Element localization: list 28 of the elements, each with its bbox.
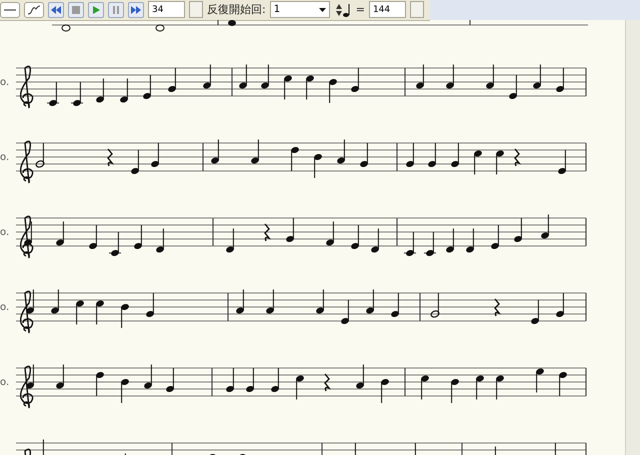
fast-forward-button[interactable]: [128, 2, 144, 18]
note-tempo-icon: [334, 2, 352, 18]
equals-label: =: [356, 3, 365, 16]
pause-icon: [111, 4, 121, 14]
measure-spinner[interactable]: [189, 1, 203, 18]
rewind-button[interactable]: [48, 2, 64, 18]
tempo-spinner[interactable]: [410, 1, 424, 18]
repeat-dropdown[interactable]: 1: [270, 1, 330, 18]
staff-label: o.: [0, 227, 10, 238]
fast-forward-icon: [130, 4, 142, 14]
measure-field[interactable]: 34: [148, 1, 185, 18]
play-icon: [91, 4, 101, 14]
staff-label: o.: [0, 77, 10, 88]
staff-label: o.: [0, 302, 10, 313]
play-button[interactable]: [88, 2, 104, 18]
pause-button[interactable]: [108, 2, 124, 18]
curve-tool-button[interactable]: [24, 2, 44, 18]
caret-icon: [318, 8, 326, 12]
staff-label: o.: [0, 377, 10, 388]
line-tool-button[interactable]: [0, 2, 20, 18]
repeat-start-label: 反復開始回:: [207, 2, 266, 17]
stop-button[interactable]: [68, 2, 84, 18]
staff-label: o.: [0, 152, 10, 163]
rewind-icon: [50, 4, 62, 14]
stop-icon: [71, 4, 81, 14]
scrollbar-track[interactable]: [625, 20, 640, 455]
tempo-field[interactable]: 144: [368, 1, 406, 18]
wave-icon: [27, 4, 41, 14]
